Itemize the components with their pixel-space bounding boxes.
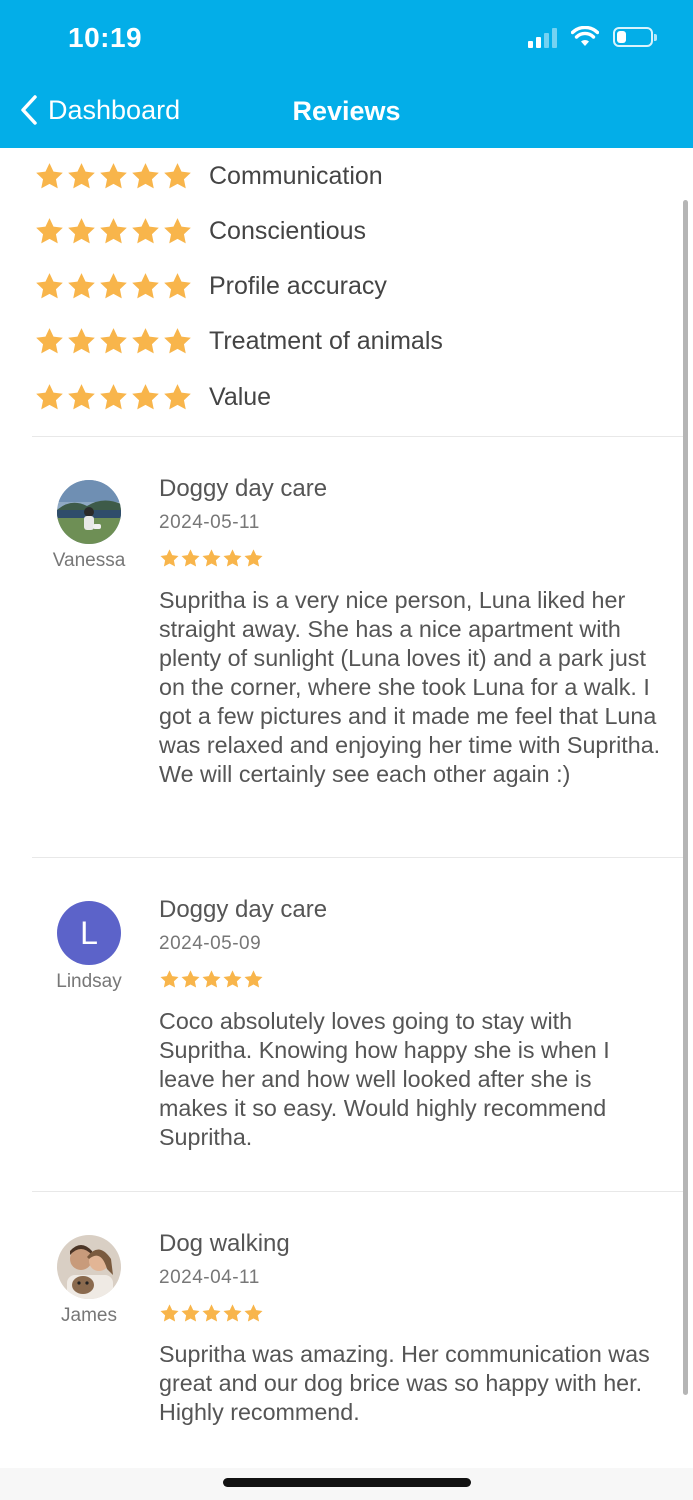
rating-label: Profile accuracy xyxy=(209,272,387,300)
star-rating xyxy=(34,216,193,247)
rating-label: Conscientious xyxy=(209,217,367,245)
star-icon xyxy=(98,161,129,192)
star-icon xyxy=(222,1303,243,1324)
star-icon xyxy=(201,969,222,990)
star-icon xyxy=(159,548,180,569)
wifi-icon xyxy=(571,26,599,46)
star-icon xyxy=(162,382,193,413)
reviewer-name: Vanessa xyxy=(52,550,126,571)
review-text: Supritha is a very nice person, Luna lik… xyxy=(159,587,661,787)
scrollbar[interactable] xyxy=(683,200,688,1395)
star-icon xyxy=(34,326,65,357)
star-icon xyxy=(130,161,161,192)
reviewer-name: James xyxy=(61,1305,117,1326)
star-icon xyxy=(243,1303,264,1324)
reviewer-name: Lindsay xyxy=(56,971,122,992)
avatar[interactable] xyxy=(57,1235,121,1299)
star-icon xyxy=(162,271,193,302)
review-date: 2024-05-11 xyxy=(159,512,260,533)
star-rating xyxy=(34,382,193,413)
star-icon xyxy=(243,969,264,990)
review-date: 2024-04-11 xyxy=(159,1267,260,1288)
star-icon xyxy=(180,1303,201,1324)
divider xyxy=(32,1191,683,1192)
star-icon xyxy=(243,548,264,569)
star-rating xyxy=(34,271,193,302)
star-icon xyxy=(130,382,161,413)
status-time: 10:19 xyxy=(68,22,143,53)
review-stars xyxy=(159,969,264,990)
star-icon xyxy=(66,271,97,302)
star-icon xyxy=(34,161,65,192)
rating-row-value: Value xyxy=(34,382,271,413)
star-icon xyxy=(222,548,243,569)
status-icons xyxy=(528,26,657,48)
rating-row-treatment-of-animals: Treatment of animals xyxy=(34,326,443,357)
star-icon xyxy=(98,216,129,247)
review-service: Dog walking xyxy=(159,1230,290,1257)
rating-label: Value xyxy=(209,383,272,411)
page-title: Reviews xyxy=(292,96,401,126)
cellular-signal-icon xyxy=(528,26,557,48)
star-icon xyxy=(66,382,97,413)
star-icon xyxy=(180,969,201,990)
rating-row-profile-accuracy: Profile accuracy xyxy=(34,271,387,302)
star-icon xyxy=(34,271,65,302)
review-date: 2024-05-09 xyxy=(159,933,262,954)
star-icon xyxy=(201,1303,222,1324)
star-icon xyxy=(162,161,193,192)
home-indicator[interactable] xyxy=(223,1478,471,1487)
star-icon xyxy=(130,271,161,302)
star-icon xyxy=(201,548,222,569)
star-icon xyxy=(34,216,65,247)
divider xyxy=(32,857,683,858)
star-icon xyxy=(98,271,129,302)
star-icon xyxy=(222,969,243,990)
rating-label: Communication xyxy=(209,162,383,190)
star-icon xyxy=(98,382,129,413)
review-service: Doggy day care xyxy=(159,475,328,502)
review-text: Coco absolutely loves going to stay with… xyxy=(159,1008,610,1150)
rating-row-conscientious: Conscientious xyxy=(34,216,366,247)
rating-label: Treatment of animals xyxy=(209,327,443,355)
star-icon xyxy=(34,382,65,413)
star-icon xyxy=(162,216,193,247)
review-stars xyxy=(159,1303,264,1324)
avatar[interactable]: L xyxy=(57,901,121,965)
star-icon xyxy=(66,161,97,192)
divider xyxy=(32,436,683,437)
star-icon xyxy=(98,326,129,357)
star-icon xyxy=(180,548,201,569)
star-icon xyxy=(130,326,161,357)
review-stars xyxy=(159,548,264,569)
battery-icon xyxy=(613,27,657,47)
star-icon xyxy=(66,216,97,247)
avatar[interactable] xyxy=(57,480,121,544)
star-icon xyxy=(162,326,193,357)
rating-row-communication: Communication xyxy=(34,161,383,192)
app-header: 10:19 Dashboard Reviews xyxy=(0,0,693,148)
star-icon xyxy=(66,326,97,357)
star-icon xyxy=(159,969,180,990)
review-text: Supritha was amazing. Her communication … xyxy=(159,1341,650,1425)
star-rating xyxy=(34,326,193,357)
star-rating xyxy=(34,161,193,192)
star-icon xyxy=(159,1303,180,1324)
star-icon xyxy=(130,216,161,247)
review-service: Doggy day care xyxy=(159,896,328,923)
